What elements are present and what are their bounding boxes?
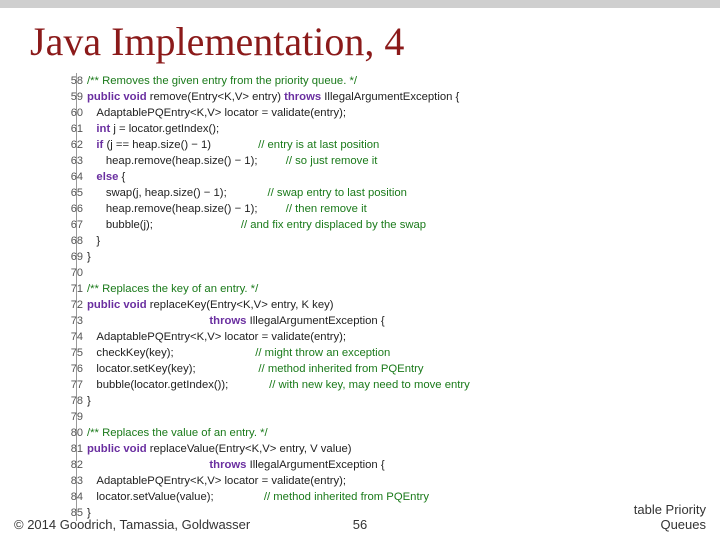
code-line: 76 locator.setKey(key); // method inheri… (87, 361, 720, 377)
copyright-text: © 2014 Goodrich, Tamassia, Goldwasser (14, 517, 250, 532)
code-content: checkKey(key); // might throw an excepti… (87, 345, 720, 361)
line-number: 69 (55, 249, 83, 265)
code-line: 68 } (87, 233, 720, 249)
line-number: 84 (55, 489, 83, 505)
code-line: 59public void remove(Entry<K,V> entry) t… (87, 89, 720, 105)
line-number: 80 (55, 425, 83, 441)
code-content: } (87, 233, 720, 249)
code-line: 78} (87, 393, 720, 409)
code-line: 72public void replaceKey(Entry<K,V> entr… (87, 297, 720, 313)
line-number: 71 (55, 281, 83, 297)
code-line: 73 throws IllegalArgumentException { (87, 313, 720, 329)
line-number: 65 (55, 185, 83, 201)
code-content: throws IllegalArgumentException { (87, 313, 720, 329)
code-line: 77 bubble(locator.getIndex()); // with n… (87, 377, 720, 393)
code-line: 60 AdaptablePQEntry<K,V> locator = valid… (87, 105, 720, 121)
code-line: 71/** Replaces the key of an entry. */ (87, 281, 720, 297)
line-number: 70 (55, 265, 83, 281)
footer-right-text: table PriorityQueues (634, 502, 706, 532)
code-line: 70 (87, 265, 720, 281)
line-number: 76 (55, 361, 83, 377)
line-number: 82 (55, 457, 83, 473)
line-number: 68 (55, 233, 83, 249)
code-line: 64 else { (87, 169, 720, 185)
code-listing: 58/** Removes the given entry from the p… (76, 73, 720, 521)
code-line: 58/** Removes the given entry from the p… (87, 73, 720, 89)
code-line: 75 checkKey(key); // might throw an exce… (87, 345, 720, 361)
code-line: 79 (87, 409, 720, 425)
code-content: public void remove(Entry<K,V> entry) thr… (87, 89, 720, 105)
line-number: 83 (55, 473, 83, 489)
code-content: /** Removes the given entry from the pri… (87, 73, 720, 89)
code-content: AdaptablePQEntry<K,V> locator = validate… (87, 473, 720, 489)
code-content: throws IllegalArgumentException { (87, 457, 720, 473)
code-line: 83 AdaptablePQEntry<K,V> locator = valid… (87, 473, 720, 489)
slide-title: Java Implementation, 4 (30, 18, 720, 65)
line-number: 58 (55, 73, 83, 89)
line-number: 62 (55, 137, 83, 153)
code-content: /** Replaces the value of an entry. */ (87, 425, 720, 441)
code-line: 65 swap(j, heap.size() − 1); // swap ent… (87, 185, 720, 201)
line-number: 64 (55, 169, 83, 185)
code-line: 74 AdaptablePQEntry<K,V> locator = valid… (87, 329, 720, 345)
code-content: locator.setValue(value); // method inher… (87, 489, 720, 505)
code-content: bubble(locator.getIndex()); // with new … (87, 377, 720, 393)
line-number: 77 (55, 377, 83, 393)
line-number: 59 (55, 89, 83, 105)
code-line: 80/** Replaces the value of an entry. */ (87, 425, 720, 441)
code-line: 63 heap.remove(heap.size() − 1); // so j… (87, 153, 720, 169)
code-content: if (j == heap.size() − 1) // entry is at… (87, 137, 720, 153)
code-content: public void replaceValue(Entry<K,V> entr… (87, 441, 720, 457)
code-content: public void replaceKey(Entry<K,V> entry,… (87, 297, 720, 313)
code-content: swap(j, heap.size() − 1); // swap entry … (87, 185, 720, 201)
code-content: heap.remove(heap.size() − 1); // then re… (87, 201, 720, 217)
line-number: 72 (55, 297, 83, 313)
code-content: /** Replaces the key of an entry. */ (87, 281, 720, 297)
code-line: 82 throws IllegalArgumentException { (87, 457, 720, 473)
line-number: 63 (55, 153, 83, 169)
line-number: 61 (55, 121, 83, 137)
line-number: 73 (55, 313, 83, 329)
decorative-top-bar (0, 0, 720, 8)
code-content: } (87, 249, 720, 265)
code-content: locator.setKey(key); // method inherited… (87, 361, 720, 377)
code-content: } (87, 393, 720, 409)
line-number: 67 (55, 217, 83, 233)
code-line: 69} (87, 249, 720, 265)
page-number: 56 (353, 517, 367, 532)
line-number: 75 (55, 345, 83, 361)
line-number: 66 (55, 201, 83, 217)
line-number: 79 (55, 409, 83, 425)
code-line: 81public void replaceValue(Entry<K,V> en… (87, 441, 720, 457)
line-number: 81 (55, 441, 83, 457)
code-line: 67 bubble(j); // and fix entry displaced… (87, 217, 720, 233)
code-line: 61 int j = locator.getIndex(); (87, 121, 720, 137)
code-content: AdaptablePQEntry<K,V> locator = validate… (87, 329, 720, 345)
code-content: int j = locator.getIndex(); (87, 121, 720, 137)
line-number: 60 (55, 105, 83, 121)
line-number: 78 (55, 393, 83, 409)
code-line: 62 if (j == heap.size() − 1) // entry is… (87, 137, 720, 153)
code-content: heap.remove(heap.size() − 1); // so just… (87, 153, 720, 169)
code-line: 66 heap.remove(heap.size() − 1); // then… (87, 201, 720, 217)
code-line: 84 locator.setValue(value); // method in… (87, 489, 720, 505)
code-content: AdaptablePQEntry<K,V> locator = validate… (87, 105, 720, 121)
line-number: 74 (55, 329, 83, 345)
code-content: bubble(j); // and fix entry displaced by… (87, 217, 720, 233)
code-content: else { (87, 169, 720, 185)
